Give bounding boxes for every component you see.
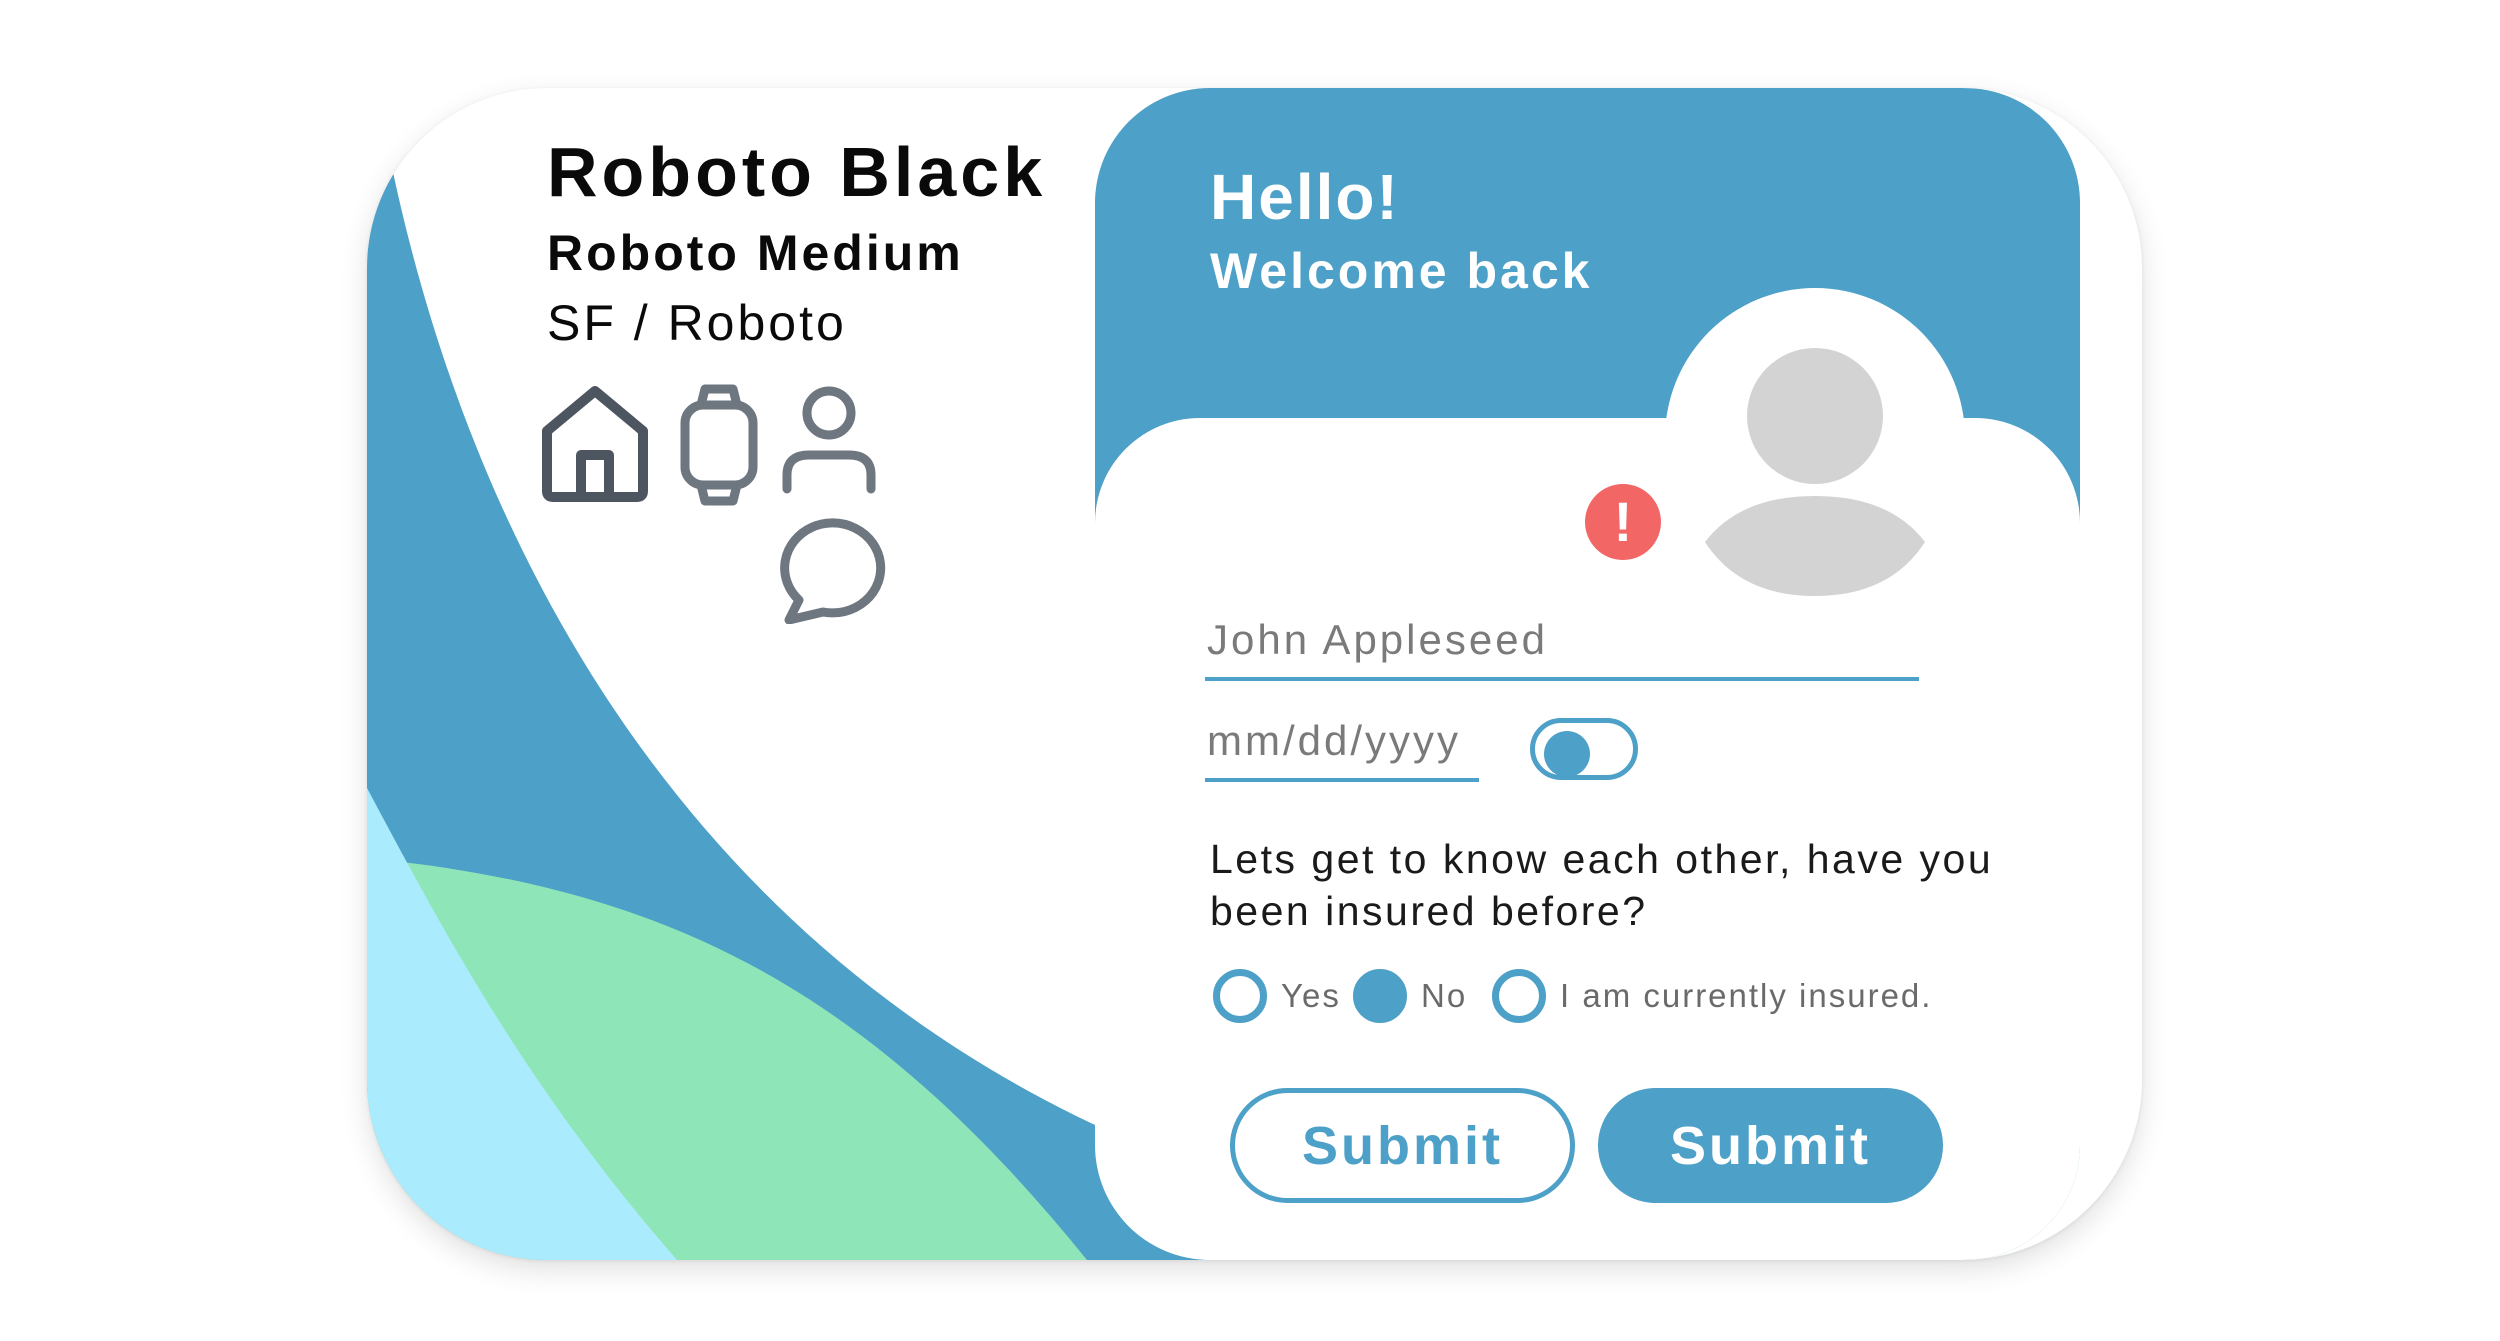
avatar-icon[interactable]	[1700, 346, 1930, 596]
radio-label-no: No	[1421, 977, 1468, 1014]
chat-icon[interactable]	[779, 516, 887, 624]
radio-circle-selected[interactable]	[1353, 969, 1407, 1023]
heading-sf-roboto: SF / Roboto	[547, 295, 847, 351]
greeting-subtitle: Welcome back	[1210, 243, 1593, 299]
heading-roboto-black: Roboto Black	[547, 133, 1047, 211]
radio-label-yes: Yes	[1281, 977, 1341, 1014]
heading-roboto-medium: Roboto Medium	[547, 225, 964, 281]
welcome-form-panel: Hello! Welcome back ! Lets get to know e…	[1095, 88, 2080, 1260]
submit-filled-button[interactable]: Submit	[1598, 1088, 1943, 1203]
date-input[interactable]	[1205, 714, 1479, 782]
person-icon[interactable]	[779, 383, 879, 495]
submit-outline-button[interactable]: Submit	[1230, 1088, 1575, 1203]
alert-icon: !	[1585, 484, 1661, 560]
radio-label-currently-insured: I am currently insured.	[1560, 977, 1933, 1014]
watch-icon[interactable]	[679, 383, 759, 507]
radio-option-currently-insured[interactable]: I am currently insured.	[1492, 968, 1932, 1024]
toggle-switch[interactable]	[1530, 718, 1638, 780]
radio-circle[interactable]	[1213, 969, 1267, 1023]
radio-option-no[interactable]: No	[1353, 968, 1467, 1024]
radio-option-yes[interactable]: Yes	[1213, 968, 1341, 1024]
insurance-question: Lets get to know each other, have you be…	[1210, 836, 1994, 934]
home-icon[interactable]	[537, 383, 653, 505]
radio-circle[interactable]	[1492, 969, 1546, 1023]
greeting-title: Hello!	[1210, 161, 1400, 233]
name-input[interactable]	[1205, 613, 1919, 681]
style-card: Roboto Black Roboto Medium SF / Roboto H…	[367, 88, 2142, 1260]
toggle-knob	[1544, 731, 1590, 777]
